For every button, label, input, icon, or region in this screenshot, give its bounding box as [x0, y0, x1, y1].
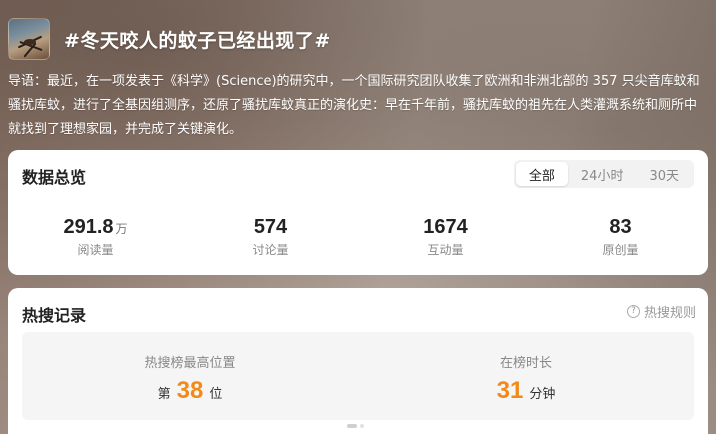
topic-intro: 导语：最近，在一项发表于《科学》(Science)的研究中，一个国际研究团队收集…: [8, 74, 700, 137]
duration-suffix: 分钟: [529, 387, 556, 402]
stat-reads: 291.8 万 阅读量: [8, 216, 183, 258]
hot-search-stats: 热搜榜最高位置 第 38 位 在榜时长 31 分钟: [22, 332, 694, 420]
rules-link-label: 热搜规则: [643, 306, 696, 321]
stat-value: 83: [609, 216, 632, 238]
stat-label: 互动量: [427, 243, 464, 257]
question-circle-icon: ?: [626, 305, 640, 318]
stats-row: 291.8 万 阅读量 574 讨论量 1674 互动量 83 原创量: [8, 216, 708, 258]
stat-label: 讨论量: [252, 243, 289, 257]
overview-card: 数据总览 全部 24小时 30天 291.8 万 阅读量 574 讨论量 1674…: [8, 150, 708, 275]
time-range-tabs: 全部 24小时 30天: [513, 160, 694, 188]
topic-thumbnail[interactable]: [8, 18, 50, 60]
duration-value-row: 31 分钟: [497, 377, 556, 405]
topic-header: #冬天咬人的蚊子已经出现了#: [8, 18, 331, 60]
duration-value: 31: [496, 377, 524, 404]
stat-interactions: 1674 互动量: [358, 216, 533, 258]
peak-rank-prefix: 第: [157, 387, 171, 402]
stat-label: 阅读量: [77, 243, 114, 257]
page-indicator: [347, 424, 364, 428]
stat-discussions: 574 讨论量: [183, 216, 358, 258]
peak-rank-label: 热搜榜最高位置: [144, 356, 236, 371]
peak-rank-suffix: 位: [209, 387, 223, 402]
stat-value: 574: [253, 216, 288, 238]
page-dot: [360, 424, 364, 428]
peak-rank: 热搜榜最高位置 第 38 位: [22, 332, 358, 420]
stat-unit: 万: [115, 222, 128, 236]
peak-rank-value-row: 第 38 位: [158, 377, 223, 405]
stat-value: 291.8: [63, 216, 114, 238]
hot-search-title: 热搜记录: [22, 306, 87, 325]
hot-search-card: 热搜记录 ? 热搜规则 热搜榜最高位置 第 38 位 在榜时长 31 分钟: [8, 288, 708, 434]
thumbnail-detail: [24, 39, 36, 45]
overview-title: 数据总览: [22, 168, 87, 187]
page-dot-active: [347, 424, 357, 428]
peak-rank-value: 38: [176, 377, 204, 404]
hot-search-rules-link[interactable]: ? 热搜规则: [626, 302, 696, 321]
stat-original: 83 原创量: [533, 216, 708, 258]
tab-all[interactable]: 全部: [515, 162, 568, 186]
topic-title: #冬天咬人的蚊子已经出现了#: [64, 29, 331, 52]
stat-value: 1674: [423, 216, 468, 238]
stat-value-wrap: 291.8 万: [8, 216, 183, 239]
tab-30d[interactable]: 30天: [636, 162, 692, 186]
duration-label: 在榜时长: [499, 356, 552, 371]
on-list-duration: 在榜时长 31 分钟: [358, 332, 694, 420]
tab-24h[interactable]: 24小时: [568, 162, 637, 186]
stat-label: 原创量: [602, 243, 639, 257]
